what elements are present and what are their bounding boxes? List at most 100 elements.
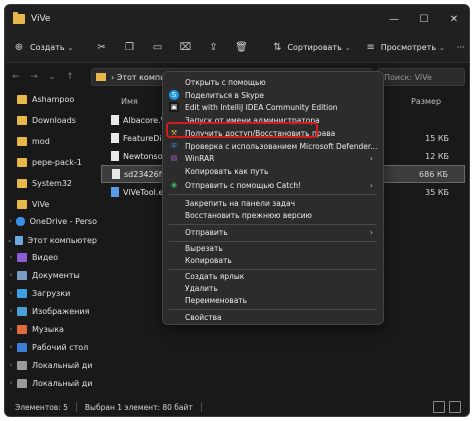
menu-item-skype[interactable]: S Поделиться в Skype — [167, 89, 379, 101]
copy-icon: ❐ — [124, 42, 134, 53]
window-title: ViVe — [31, 14, 51, 24]
view-button[interactable]: ≡ Просмотреть ⌄ — [357, 37, 451, 59]
menu-item-send-catch[interactable]: ◉ Отправить с помощью Catch! › — [167, 179, 379, 191]
sort-button[interactable]: ⇅ Сортировать ⌄ — [263, 37, 356, 59]
forward-arrow-icon[interactable]: → — [27, 70, 41, 84]
share-button[interactable]: ⇪ — [199, 37, 227, 59]
menu-item-intellij[interactable]: ▣ Edit with IntelliJ IDEA Community Editi… — [167, 101, 379, 113]
sidebar-item-documents[interactable]: › Документы — [5, 267, 97, 283]
sidebar-item-this-pc[interactable]: ⌄ Этот компьютер — [5, 232, 97, 248]
exe-icon — [111, 187, 119, 197]
folder-icon — [17, 178, 27, 188]
music-icon — [17, 324, 27, 334]
menu-item-properties[interactable]: Свойства — [167, 311, 379, 323]
sidebar-item-system32[interactable]: System32 — [5, 175, 97, 191]
more-button[interactable]: ··· — [451, 37, 469, 59]
menu-item-copy[interactable]: Копировать — [167, 254, 379, 266]
cut-button[interactable]: ✂ — [87, 37, 115, 59]
chevron-right-icon[interactable]: › — [5, 307, 17, 315]
sidebar-item-onedrive[interactable]: › OneDrive - Perso — [5, 213, 97, 229]
column-header-name[interactable]: Имя — [121, 91, 138, 111]
create-button[interactable]: ⊕ Создать ⌄ — [5, 37, 79, 59]
chevron-right-icon[interactable]: › — [5, 361, 17, 369]
context-menu: Открыть с помощью S Поделиться в Skype ▣ E… — [162, 71, 384, 325]
file-icon — [111, 151, 119, 161]
folder-icon — [17, 94, 27, 104]
paste-button[interactable]: ▭ — [143, 37, 171, 59]
file-icon — [111, 115, 119, 125]
pin-icon — [169, 198, 179, 208]
winrar-icon: ▤ — [170, 154, 178, 162]
sidebar-item-downloads[interactable]: Downloads — [5, 112, 97, 128]
sidebar-item-ashampoo[interactable]: Ashampoo — [5, 91, 97, 107]
sidebar-item-vive[interactable]: ViVe — [5, 196, 97, 212]
chevron-right-icon[interactable]: › — [5, 325, 17, 333]
clipboard-icon: ▭ — [152, 42, 163, 53]
tiles-view-icon[interactable] — [449, 401, 461, 413]
folder-icon — [96, 73, 106, 81]
folder-icon — [17, 136, 27, 146]
create-label: Создать — [30, 43, 65, 52]
menu-item-send-to[interactable]: Отправить › — [167, 226, 379, 238]
chevron-right-icon: › — [369, 227, 373, 237]
menu-item-rename[interactable]: Переименовать — [167, 294, 379, 306]
chevron-right-icon[interactable]: › — [5, 289, 17, 297]
chevron-right-icon: › — [369, 180, 373, 190]
picture-icon — [17, 306, 27, 316]
menu-separator — [169, 194, 377, 195]
menu-item-defender[interactable]: ⛨ Проверка с использованием Microsoft Def… — [167, 140, 379, 152]
menu-item-open-with[interactable]: Открыть с помощью — [167, 76, 379, 88]
menu-item-copy-as-path[interactable]: Копировать как путь — [167, 165, 379, 177]
close-button[interactable]: ✕ — [439, 5, 469, 33]
copy-button[interactable]: ❐ — [115, 37, 143, 59]
menu-item-create-shortcut[interactable]: Создать ярлык — [167, 270, 379, 282]
column-header-size[interactable]: Размер — [411, 91, 441, 111]
sidebar-item-videos[interactable]: › Видео — [5, 249, 97, 265]
chevron-down-icon: ⌄ — [439, 43, 445, 52]
download-icon — [17, 288, 27, 298]
menu-item-winrar[interactable]: ▤ WinRAR › — [167, 152, 379, 164]
highlight-annotation — [166, 122, 318, 138]
sidebar-item-downloads-ru[interactable]: › Загрузки — [5, 285, 97, 301]
menu-item-restore-version[interactable]: Восстановить прежнюю версию — [167, 209, 379, 221]
search-input[interactable]: Поиск: ViVe — [377, 68, 465, 86]
status-divider — [200, 402, 202, 412]
sidebar-item-local-disk-d[interactable]: › Локальный ди — [5, 375, 97, 391]
chevron-down-icon[interactable]: ⌄ — [5, 236, 15, 244]
rename-icon: ⌧ — [179, 42, 192, 53]
menu-separator — [169, 309, 377, 310]
chevron-right-icon[interactable]: › — [5, 271, 17, 279]
view-icon: ≡ — [366, 42, 375, 53]
intellij-icon: ▣ — [169, 102, 179, 112]
delete-icon — [169, 283, 179, 293]
rename-button[interactable]: ⌧ — [171, 37, 199, 59]
menu-item-cut[interactable]: Вырезать — [167, 242, 379, 254]
menu-item-delete[interactable]: Удалить — [167, 282, 379, 294]
minimize-button[interactable]: — — [379, 5, 409, 33]
sidebar-item-desktop[interactable]: › Рабочий стол — [5, 339, 97, 355]
cut-icon — [169, 243, 179, 253]
maximize-button[interactable]: ☐ — [409, 5, 439, 33]
chevron-right-icon[interactable]: › — [5, 217, 16, 225]
chevron-right-icon[interactable]: › — [5, 253, 17, 261]
up-arrow-icon[interactable]: ↑ — [63, 70, 77, 84]
shortcut-icon — [169, 271, 179, 281]
command-bar: ⊕ Создать ⌄ ✂ ❐ ▭ ⌧ ⇪ 🗑 ⇅ Сортировать ⌄ … — [5, 33, 469, 63]
catch-icon: ◉ — [170, 181, 178, 189]
chevron-down-icon: ⌄ — [67, 43, 74, 52]
back-arrow-icon[interactable]: ← — [9, 70, 23, 84]
chevron-right-icon[interactable]: › — [5, 343, 17, 351]
sidebar-item-pepe-pack[interactable]: pepe-pack-1 — [5, 154, 97, 170]
sidebar-item-music[interactable]: › Музыка — [5, 321, 97, 337]
sidebar-item-local-disk-c[interactable]: › Локальный ди — [5, 357, 97, 373]
recent-chevron-icon[interactable]: ⌄ — [45, 70, 59, 84]
delete-button[interactable]: 🗑 — [227, 37, 255, 59]
sidebar-item-pictures[interactable]: › Изображения — [5, 303, 97, 319]
view-label: Просмотреть — [380, 43, 437, 52]
chevron-right-icon[interactable]: › — [5, 379, 17, 387]
details-view-icon[interactable] — [433, 401, 445, 413]
sidebar-item-mod[interactable]: mod — [5, 133, 97, 149]
share-icon: ⇪ — [209, 42, 218, 53]
video-icon — [17, 252, 27, 262]
menu-item-pin-taskbar[interactable]: Закрепить на панели задач — [167, 197, 379, 209]
